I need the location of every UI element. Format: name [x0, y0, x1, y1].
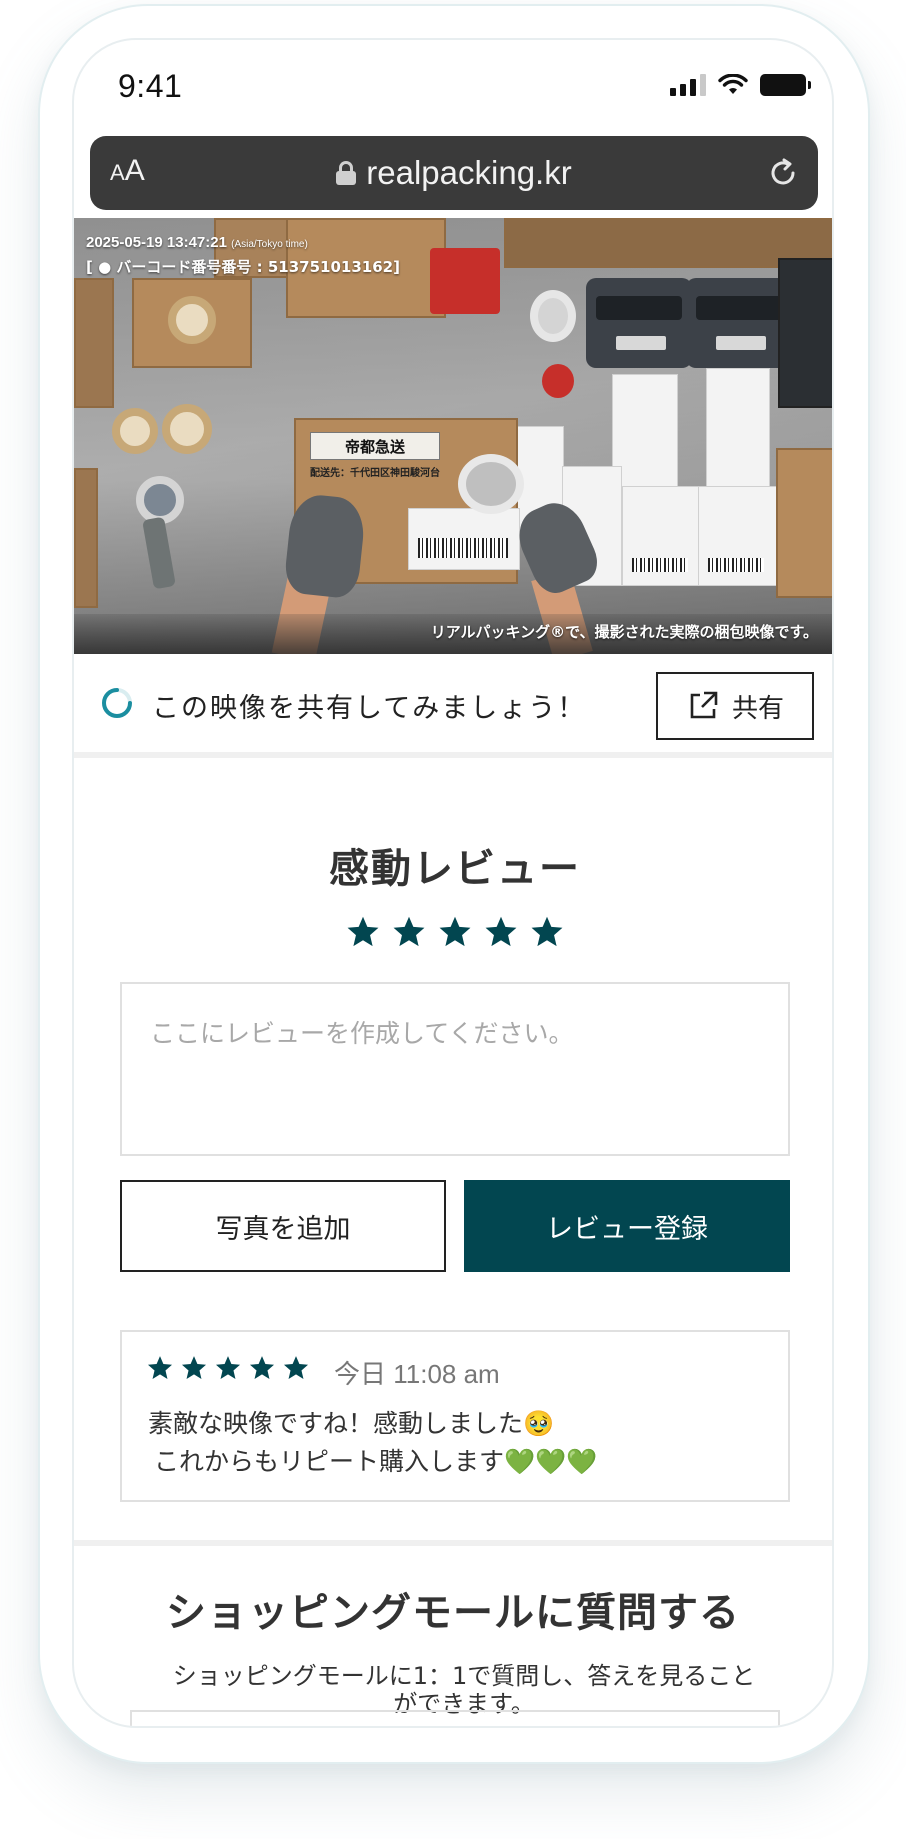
- url-text: realpacking.kr: [366, 154, 572, 191]
- share-button[interactable]: 共有: [656, 672, 814, 740]
- status-icons: [670, 74, 811, 96]
- share-row: この映像を共有してみましょう！ 共有: [74, 654, 832, 758]
- external-share-icon: [690, 691, 718, 719]
- star-icon: [282, 1354, 310, 1382]
- cellular-signal-icon: [670, 74, 706, 96]
- browser-address-bar[interactable]: AA realpacking.kr: [90, 136, 818, 210]
- box-label: 帝都急送: [310, 432, 440, 460]
- review-text-line: これからもリピート購入します💚💚💚: [154, 1447, 598, 1476]
- star-icon[interactable]: [483, 914, 519, 950]
- review-card: 今日 11:08 am 素敵な映像ですね！感動しました🥹 これからもリピート購入…: [120, 1330, 790, 1502]
- review-rating: [146, 1354, 310, 1382]
- star-icon: [214, 1354, 242, 1382]
- star-icon[interactable]: [345, 914, 381, 950]
- video-timestamp: 2025-05-19 13:47:21 (Asia/Tokyo time): [86, 234, 308, 251]
- phone-screen: 9:41 AA realpacking.kr 帝都急送 配送先：千代田区神田駿河…: [72, 38, 834, 1728]
- url-field[interactable]: realpacking.kr: [90, 136, 818, 210]
- reload-icon[interactable]: [766, 156, 800, 190]
- inquiry-form-box[interactable]: [130, 1710, 780, 1726]
- star-icon[interactable]: [529, 914, 565, 950]
- video-barcode-number: [ ● バーコード番号番号 : 513751013162]: [86, 258, 400, 276]
- review-text-line: 素敵な映像ですね！感動しました🥹: [148, 1409, 555, 1438]
- video-caption: リアルパッキング®で、撮影された実際の梱包映像です。: [430, 623, 818, 641]
- status-time: 9:41: [118, 68, 183, 104]
- star-icon[interactable]: [437, 914, 473, 950]
- inquiry-title: ショッピングモールに質問する: [166, 1590, 740, 1636]
- star-icon: [180, 1354, 208, 1382]
- review-section: 感動レビュー 写真を追加 レビュー登録 今日 11:08 am 素敵な映像ですね…: [74, 764, 832, 1538]
- box-sub-label: 配送先：千代田区神田駿河台: [310, 468, 440, 479]
- packing-video[interactable]: 帝都急送 配送先：千代田区神田駿河台 2025-05-19 13:47:21 (…: [74, 218, 832, 654]
- wifi-icon: [718, 74, 748, 94]
- spinner-icon: [102, 688, 132, 718]
- share-prompt: この映像を共有してみましょう！: [152, 693, 587, 724]
- add-photo-button[interactable]: 写真を追加: [120, 1180, 446, 1272]
- review-date: 今日 11:08 am: [334, 1359, 500, 1389]
- submit-review-button[interactable]: レビュー登録: [464, 1180, 790, 1272]
- review-input[interactable]: [120, 982, 790, 1156]
- review-title: 感動レビュー: [329, 846, 581, 892]
- status-bar: 9:41: [74, 40, 832, 136]
- star-icon[interactable]: [391, 914, 427, 950]
- lock-icon: [336, 161, 357, 185]
- star-icon: [146, 1354, 174, 1382]
- share-button-label: 共有: [731, 693, 784, 724]
- rating-selector[interactable]: [74, 914, 832, 950]
- battery-icon: [760, 74, 811, 96]
- star-icon: [248, 1354, 276, 1382]
- section-divider: [74, 1540, 832, 1546]
